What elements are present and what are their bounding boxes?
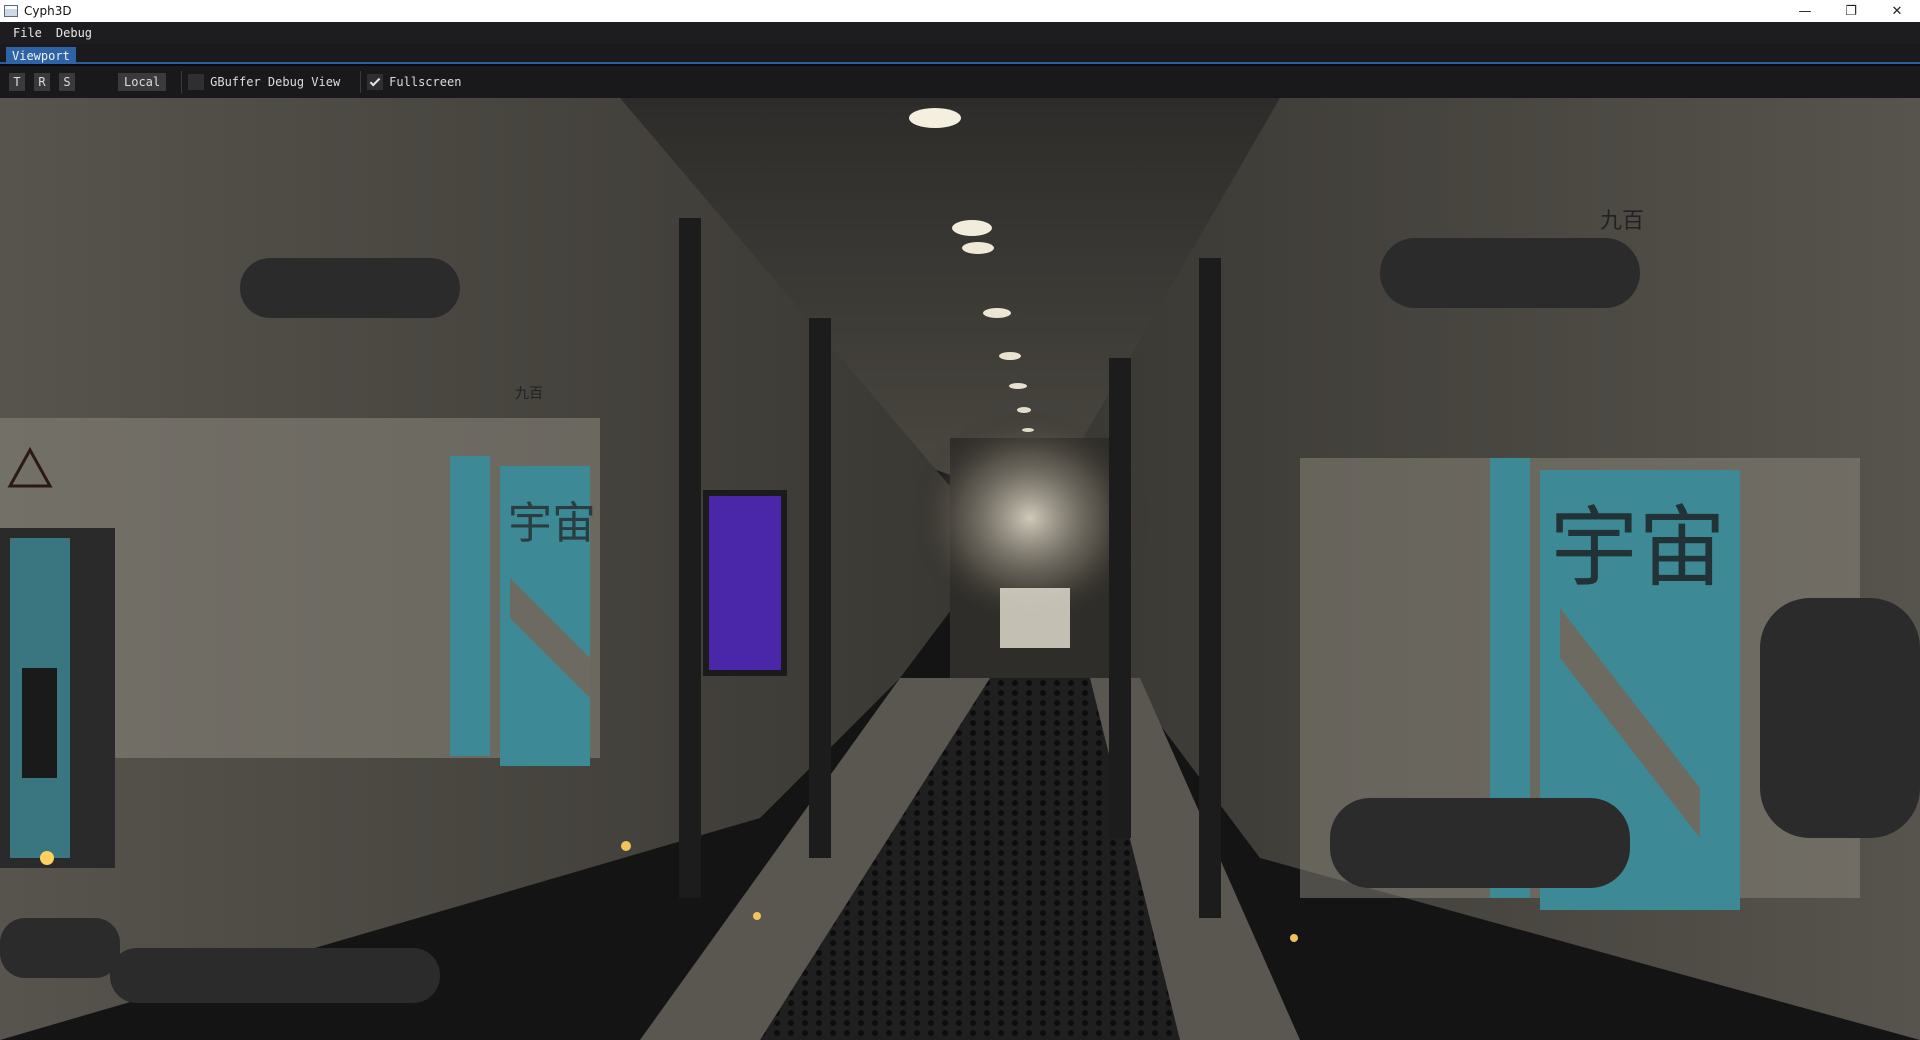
tab-bar: Viewport (0, 44, 1920, 64)
translate-button[interactable]: T (9, 73, 25, 91)
menu-file[interactable]: File (6, 26, 49, 40)
menu-bar: File Debug (0, 22, 1920, 44)
tab-viewport[interactable]: Viewport (6, 47, 76, 64)
close-button[interactable]: ✕ (1874, 0, 1920, 22)
menu-debug[interactable]: Debug (49, 26, 99, 40)
left-device (0, 528, 115, 868)
toolbar-divider (360, 71, 362, 93)
checkmark-icon (369, 75, 381, 86)
gbuffer-debug-checkbox[interactable] (188, 74, 205, 90)
window-title: Cyph3D (24, 4, 72, 18)
toolbar-divider (181, 71, 183, 93)
fullscreen-label: Fullscreen (389, 75, 462, 89)
far-door-light (1000, 588, 1070, 648)
title-bar: Cyph3D — ❐ ✕ (0, 0, 1920, 22)
indicator-light (1290, 934, 1298, 942)
indicator-light (621, 841, 631, 851)
rotate-button[interactable]: R (34, 73, 50, 91)
left-small-sign: 九百 (515, 386, 543, 402)
right-kanji-sign: 宇宙 (1550, 496, 1726, 599)
minimize-button[interactable]: — (1782, 0, 1828, 22)
scale-button[interactable]: S (59, 73, 75, 91)
scene-viewport[interactable]: 宇宙 九百 宇宙 九百 (0, 98, 1920, 1040)
app-icon (4, 5, 18, 17)
maximize-button[interactable]: ❐ (1828, 0, 1874, 22)
viewport-toolbar: T R S Local GBuffer Debug View Fullscree… (0, 66, 1920, 98)
local-space-button[interactable]: Local (118, 73, 167, 91)
indicator-light (753, 912, 761, 920)
space-window (706, 493, 784, 673)
right-small-sign: 九百 (1600, 209, 1644, 234)
gbuffer-debug-label: GBuffer Debug View (210, 75, 341, 89)
fullscreen-checkbox[interactable] (367, 74, 384, 90)
corridor-scene: 宇宙 九百 宇宙 九百 (0, 98, 1920, 1040)
left-kanji-sign: 宇宙 (508, 498, 596, 549)
